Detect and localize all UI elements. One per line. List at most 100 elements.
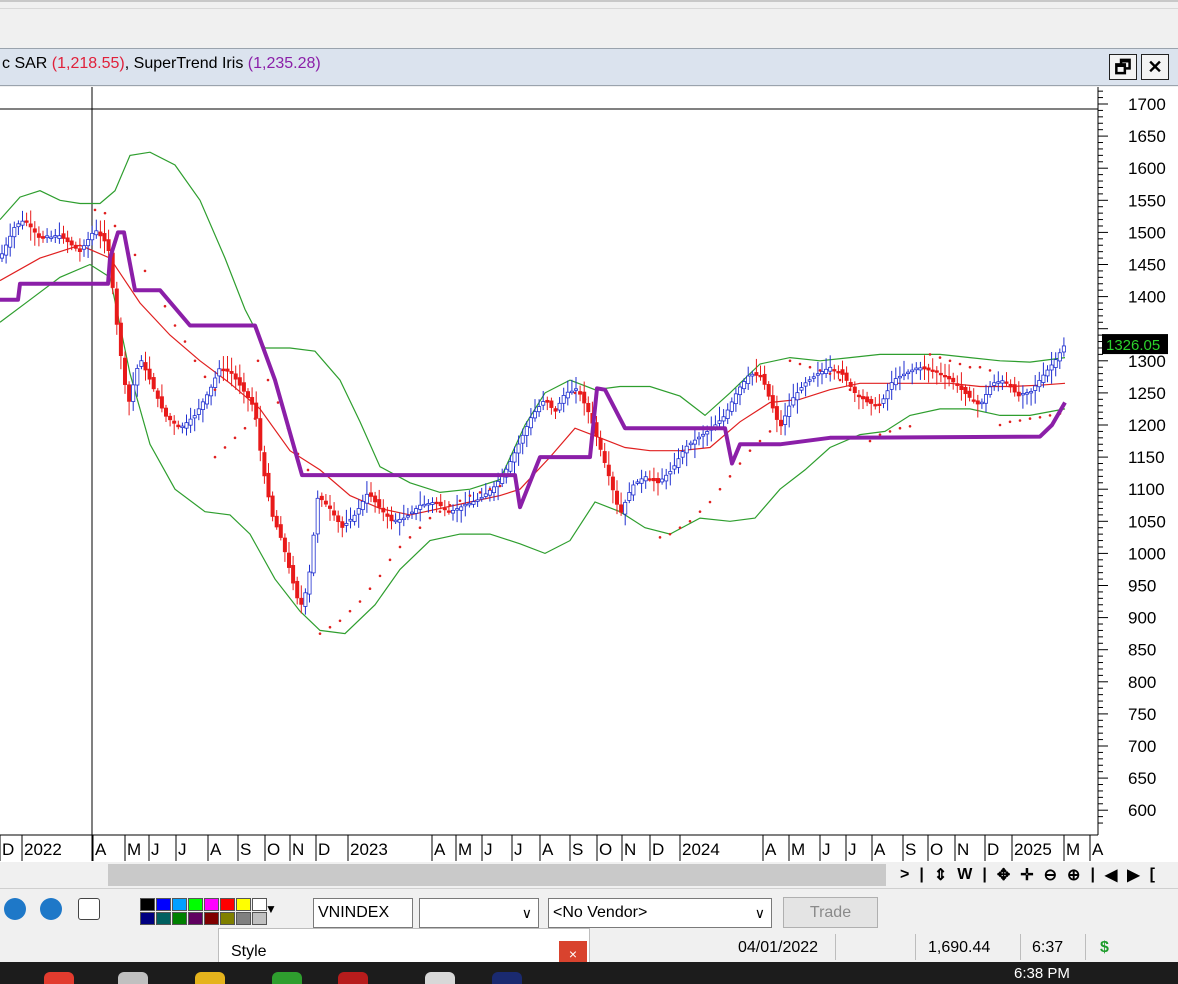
palette-swatch[interactable] xyxy=(204,898,219,911)
nav-control-icon[interactable]: ✥ xyxy=(997,865,1010,885)
palette-swatch[interactable] xyxy=(172,912,187,925)
style-panel: Style × xyxy=(218,928,590,966)
x-tick-label: D xyxy=(2,840,14,859)
nav-control-icon[interactable]: ✛ xyxy=(1020,865,1033,885)
taskbar-app-icon[interactable] xyxy=(118,972,148,984)
taskbar-app-icon[interactable] xyxy=(425,972,455,984)
nav-control-icon[interactable]: > xyxy=(900,866,909,884)
palette-swatch[interactable] xyxy=(236,898,251,911)
palette-swatch[interactable] xyxy=(188,898,203,911)
sar-dot xyxy=(458,499,462,503)
candle-body xyxy=(102,233,107,242)
palette-dropdown-icon[interactable]: ▼ xyxy=(265,902,277,916)
price-chart[interactable]: 1700 1650 1600 1550 1500 1450 1400 1300 1250 1200… xyxy=(0,87,1178,862)
x-tick-label: M xyxy=(127,840,141,859)
taskbar-app-icon[interactable] xyxy=(338,972,368,984)
supertrend-label: SuperTrend Iris xyxy=(133,55,244,72)
palette-swatch[interactable] xyxy=(236,912,251,925)
candle-body xyxy=(286,552,291,568)
candle-body xyxy=(65,237,70,243)
candle-body xyxy=(459,506,464,511)
palette-swatch[interactable] xyxy=(204,912,219,925)
candle-body xyxy=(139,360,144,367)
candle-body xyxy=(656,478,661,484)
palette-swatch[interactable] xyxy=(156,912,171,925)
sar-dot xyxy=(418,526,422,530)
y-tick-label: 700 xyxy=(1128,737,1156,756)
palette-swatch[interactable] xyxy=(156,898,171,911)
nav-control-icon[interactable]: ▶ xyxy=(1127,865,1139,885)
trade-button[interactable]: Trade xyxy=(783,897,878,928)
nav-control-icon[interactable]: ◀ xyxy=(1105,865,1117,885)
candle-body xyxy=(897,375,902,379)
taskbar-app-icon[interactable] xyxy=(195,972,225,984)
symbol-input[interactable]: VNINDEX xyxy=(313,898,413,928)
sar-dot xyxy=(306,468,310,472)
candle-body xyxy=(90,232,95,241)
sar-dot xyxy=(143,269,147,273)
palette-swatch[interactable] xyxy=(140,912,155,925)
nav-control-icon[interactable]: ⊕ xyxy=(1067,865,1080,885)
taskbar-app-icon[interactable] xyxy=(492,972,522,984)
drawing-tool-icon[interactable] xyxy=(78,898,100,920)
candle-body xyxy=(651,478,656,482)
nav-control-icon[interactable]: ⊖ xyxy=(1044,865,1057,885)
taskbar-app-icon[interactable] xyxy=(272,972,302,984)
candle-body xyxy=(598,437,603,450)
candle-body xyxy=(282,537,287,553)
candle-body xyxy=(774,406,779,420)
palette-swatch[interactable] xyxy=(140,898,155,911)
candle-body xyxy=(118,322,123,356)
candle-body xyxy=(204,394,209,405)
taskbar-app-icon[interactable] xyxy=(44,972,74,984)
candle-body xyxy=(446,510,451,513)
sar-dot xyxy=(958,362,962,366)
close-window-button[interactable]: ✕ xyxy=(1141,54,1169,80)
candle-body xyxy=(541,401,546,406)
sar-dot xyxy=(928,353,932,356)
candle-body xyxy=(1012,384,1017,393)
candle-body xyxy=(717,420,722,424)
chart-canvas[interactable]: 1700 1650 1600 1550 1500 1450 1400 1300 1250 1200… xyxy=(0,87,1178,862)
sar-dot xyxy=(318,632,322,635)
palette-swatch[interactable] xyxy=(172,898,187,911)
candle-body xyxy=(836,371,841,374)
interval-select[interactable]: ∨ xyxy=(419,898,539,928)
candle-body xyxy=(352,514,357,522)
nav-control-icon[interactable]: W xyxy=(957,866,972,884)
sar-dot xyxy=(758,439,762,443)
horizontal-scrollbar[interactable] xyxy=(108,864,886,886)
candle-body xyxy=(258,418,263,451)
chart-legend-bar: c SAR (1,218.55), SuperTrend Iris (1,235… xyxy=(0,48,1178,86)
candle-body xyxy=(209,386,214,397)
candle-body xyxy=(820,371,825,375)
candle-body xyxy=(918,367,923,371)
nav-control-icon[interactable]: ⇕ xyxy=(934,865,947,885)
currency-icon[interactable]: $ xyxy=(1100,939,1109,957)
color-palette[interactable] xyxy=(140,898,267,925)
sar-dot xyxy=(998,423,1002,427)
vendor-select[interactable]: <No Vendor> ∨ xyxy=(548,898,772,928)
restore-window-button[interactable]: 🗗 xyxy=(1109,54,1137,80)
candle-body xyxy=(1025,392,1030,395)
x-tick-label: A xyxy=(210,840,222,859)
edge-icon[interactable] xyxy=(4,898,26,920)
candle-body xyxy=(327,505,332,509)
y-tick-label: 1300 xyxy=(1128,352,1166,371)
sar-dot xyxy=(798,362,802,366)
candle-body xyxy=(889,382,894,390)
palette-swatch[interactable] xyxy=(188,912,203,925)
y-tick-label: 1200 xyxy=(1128,416,1166,435)
candle-body xyxy=(299,597,304,605)
candle-body xyxy=(779,419,784,427)
candle-body xyxy=(311,534,316,574)
palette-swatch[interactable] xyxy=(220,912,235,925)
candle-body xyxy=(627,492,632,501)
candle-body xyxy=(344,522,349,526)
nav-control-icon[interactable]: [ xyxy=(1150,866,1155,884)
candle-body xyxy=(1057,352,1062,362)
y-tick-label: 1100 xyxy=(1128,480,1165,499)
candle-body xyxy=(147,368,152,380)
edge-icon-2[interactable] xyxy=(40,898,62,920)
palette-swatch[interactable] xyxy=(220,898,235,911)
